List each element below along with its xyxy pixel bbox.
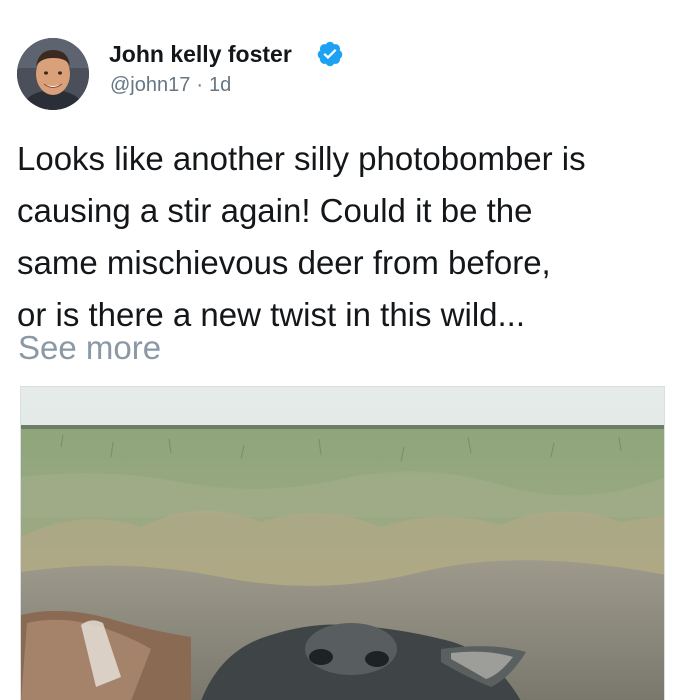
avatar-photo [17, 38, 89, 110]
tweet-text-line: causing a stir again! Could it be the [17, 192, 533, 229]
tweet-text-line: Looks like another silly photobomber is [17, 140, 586, 177]
tweet-card: John kelly foster @john17 · 1d Looks like … [0, 0, 700, 700]
meta-separator: · [196, 74, 204, 96]
author-handle[interactable]: @john17 [110, 74, 190, 96]
tweet-text-line: same mischievous deer from before, [17, 244, 551, 281]
tweet-timestamp[interactable]: 1d [209, 74, 231, 96]
author-avatar[interactable] [17, 38, 89, 110]
deer-photo [21, 387, 664, 700]
author-name[interactable]: John kelly foster [109, 40, 292, 68]
tweet-text: Looks like another silly photobomber is … [17, 133, 693, 341]
see-more-link[interactable]: See more [18, 325, 161, 371]
verified-badge-icon [317, 41, 343, 67]
tweet-media-photo[interactable] [20, 386, 665, 700]
tweet-meta: @john17 · 1d [110, 72, 231, 98]
